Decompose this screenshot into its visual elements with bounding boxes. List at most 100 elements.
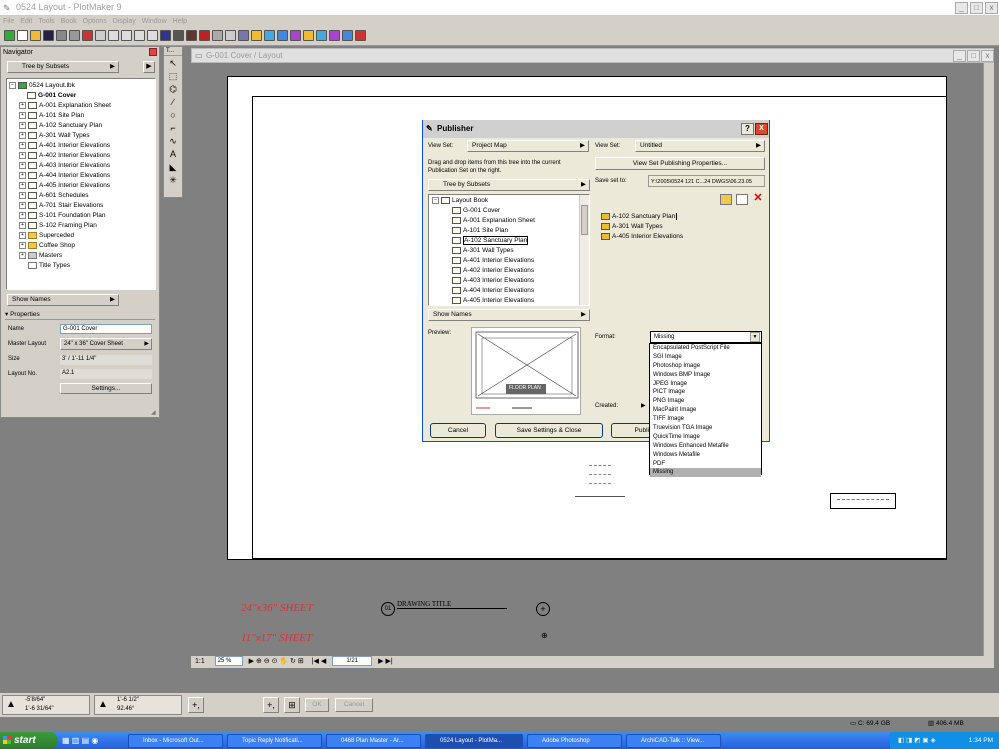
lock-icon[interactable] (355, 30, 366, 41)
tree-mode-selector[interactable]: Tree by Subsets ▶ (428, 179, 590, 191)
cancel-button[interactable]: Cancel (430, 423, 486, 438)
origin-icon[interactable]: ▲ (6, 700, 16, 710)
tree-item[interactable]: + S-102 Framing Plan (9, 221, 153, 231)
close-button[interactable]: x (985, 2, 998, 14)
created-arrow-icon[interactable]: ▶ (641, 402, 646, 409)
tree-item[interactable]: A-405 Interior Elevations (432, 296, 589, 305)
polyline-tool-icon[interactable]: ⌐ (166, 123, 180, 134)
fill-tool-icon[interactable]: ◣ (166, 162, 180, 173)
plot-icon[interactable] (56, 30, 67, 41)
tree-item[interactable]: G-001 Cover (9, 91, 153, 101)
tree-item[interactable]: A-403 Interior Elevations (432, 276, 589, 286)
copy-icon[interactable] (134, 30, 145, 41)
drawing-tool-icon[interactable]: ⌬ (166, 84, 180, 95)
align-middle-icon[interactable] (303, 30, 314, 41)
maximize-button[interactable]: □ (970, 2, 983, 14)
format-option[interactable]: PNG Image (650, 397, 761, 406)
publication-item[interactable]: A-102 Sanctuary Plan (601, 212, 765, 222)
marquee-tool-icon[interactable]: ⬚ (166, 71, 180, 82)
align-center-icon[interactable] (264, 30, 275, 41)
menu-tools[interactable]: Tools (35, 16, 57, 28)
properties-header[interactable]: ▾ Properties (5, 310, 155, 320)
tree-item[interactable]: A-401 Interior Elevations (432, 256, 589, 266)
format-option[interactable]: PDF (650, 460, 761, 469)
start-button[interactable]: start (0, 732, 58, 749)
tree-item[interactable]: + A-401 Interior Elevations (9, 141, 153, 151)
format-option[interactable]: JPEG Image (650, 380, 761, 389)
layout-icon[interactable] (238, 30, 249, 41)
publisher-source-tree[interactable]: − Layout Book G-001 Cover A-001 Explanati… (428, 194, 590, 306)
cut-icon[interactable] (121, 30, 132, 41)
relative-button[interactable]: +, (263, 697, 279, 713)
save-icon[interactable] (43, 30, 54, 41)
align-right-icon[interactable] (277, 30, 288, 41)
format-option[interactable]: Windows Metafile (650, 451, 761, 460)
publication-set-list[interactable]: A-102 Sanctuary Plan A-301 Wall Types A-… (595, 209, 765, 321)
publication-item[interactable]: A-405 Interior Elevations (601, 232, 765, 242)
zoom-field[interactable]: 25 % (214, 656, 243, 667)
hotspot-tool-icon[interactable]: ✳ (166, 175, 180, 186)
minimize-button[interactable]: _ (955, 2, 968, 14)
explorer-icon[interactable]: ▥ (72, 736, 80, 745)
tree-item[interactable]: + A-402 Interior Elevations (9, 151, 153, 161)
navigator-tree[interactable]: −0524 Layout.lbk G-001 Cover + A-001 Expl… (6, 78, 156, 290)
menu-options[interactable]: Options (80, 16, 110, 28)
format-option[interactable]: Windows Enhanced Metafile (650, 442, 761, 451)
page-field[interactable]: 1/21 (332, 656, 373, 667)
format-option[interactable]: Truevision TGA Image (650, 424, 761, 433)
tree-item[interactable]: + A-405 Interior Elevations (9, 181, 153, 191)
close-button[interactable]: X (755, 123, 768, 135)
arrow-tool-icon[interactable]: ↖ (166, 58, 180, 69)
vertical-scrollbar[interactable] (983, 63, 994, 656)
last-page-icon[interactable]: ▶ ▶| (378, 658, 393, 665)
snap-button[interactable]: +, (188, 697, 204, 713)
rotate-icon[interactable] (342, 30, 353, 41)
tree-item[interactable]: A-402 Interior Elevations (432, 266, 589, 276)
view-set-props-button[interactable]: View Set Publishing Properties... (595, 157, 765, 170)
format-dropdown-list[interactable]: Encapsulated PostScript File SGI Image P… (649, 343, 762, 478)
align-bottom-icon[interactable] (316, 30, 327, 41)
polar-icon[interactable]: ▲ (98, 700, 108, 710)
format-option[interactable]: Encapsulated PostScript File (650, 344, 761, 353)
tree-item[interactable]: A-101 Site Plan (432, 226, 589, 236)
master-layout-selector[interactable]: 24" x 36" Cover Sheet ▶ (60, 338, 152, 350)
format-option[interactable]: TIFF Image (650, 415, 761, 424)
archicad-icon[interactable]: ▤ (82, 736, 90, 745)
grid-snap-button[interactable]: ⊞ (284, 697, 300, 713)
format-option[interactable]: Photoshop Image (650, 362, 761, 371)
new-folder-icon[interactable] (720, 194, 732, 205)
close-button[interactable]: x (981, 50, 994, 62)
format-option[interactable]: PICT Image (650, 388, 761, 397)
text-tool-icon[interactable]: A (166, 149, 180, 160)
tree-folder[interactable]: + Coffee Shop (9, 241, 153, 251)
cancel-coord-button[interactable]: Cancel (335, 698, 373, 712)
taskbar-item-plan-master[interactable]: 0468 Plan Master - Ar... (326, 734, 421, 748)
format-option[interactable]: Windows BMP Image (650, 371, 761, 380)
tree-item[interactable]: + S-101 Foundation Plan (9, 211, 153, 221)
tree-item[interactable]: + A-301 Wall Types (9, 131, 153, 141)
spline-tool-icon[interactable]: ∿ (166, 136, 180, 147)
tree-mode-selector[interactable]: Tree by Subsets ▶ (7, 61, 119, 73)
tree-folder[interactable]: + Superceded (9, 231, 153, 241)
tray-icons[interactable]: ◧◨◩▣◈ (898, 737, 938, 744)
properties-icon[interactable] (736, 194, 748, 205)
drawing-icon[interactable] (186, 30, 197, 41)
tree-folder[interactable]: + Masters (9, 251, 153, 261)
show-names-selector[interactable]: Show Names ▶ (428, 309, 590, 321)
publisher-icon[interactable] (82, 30, 93, 41)
browser-icon[interactable]: ◉ (91, 736, 98, 745)
format-select[interactable]: Missing ▼ (650, 331, 762, 343)
new-book-icon[interactable] (4, 30, 15, 41)
taskbar-item-archicad-talk[interactable]: ArchiCAD-Talk :: View... (626, 734, 721, 748)
undo-icon[interactable] (108, 30, 119, 41)
tree-item[interactable]: A-404 Interior Elevations (432, 286, 589, 296)
tree-item[interactable]: A-301 Wall Types (432, 246, 589, 256)
format-option-selected[interactable]: Missing (650, 468, 761, 478)
circle-tool-icon[interactable]: ○ (166, 110, 180, 121)
menu-file[interactable]: File (0, 16, 17, 28)
left-viewset-selector[interactable]: Project Map ▶ (467, 140, 589, 152)
menu-help[interactable]: Help (170, 16, 190, 28)
zoom-in-icon[interactable]: ▶ ⊕ ⊖ ⊙ ✋ ↻ ⊞ (249, 658, 304, 665)
resize-grip[interactable]: ◢ (151, 409, 159, 417)
search-icon[interactable] (225, 30, 236, 41)
